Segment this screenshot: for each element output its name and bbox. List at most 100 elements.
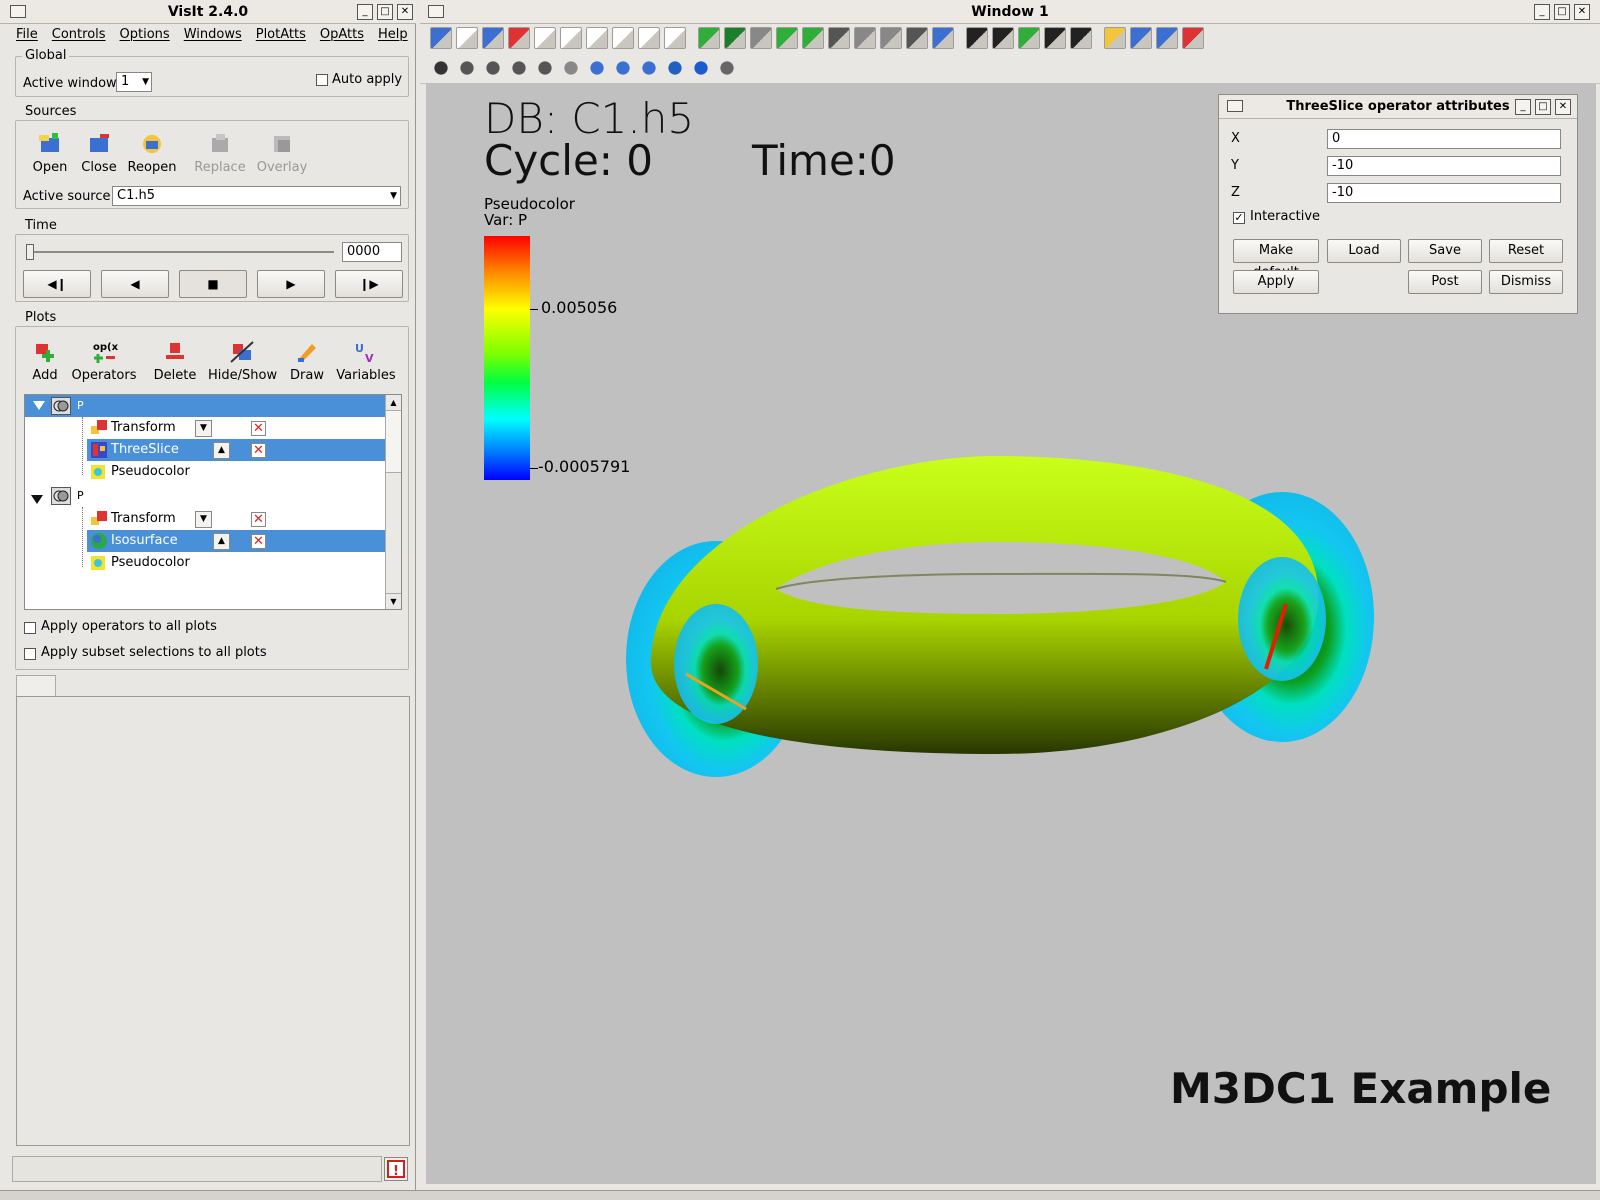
apply-button[interactable]: Apply <box>1233 270 1319 294</box>
toolbar-button[interactable] <box>430 27 452 49</box>
tree-plot-pseudocolor[interactable]: Pseudocolor <box>111 552 190 574</box>
dismiss-button[interactable]: Dismiss <box>1489 270 1563 294</box>
tree-plot-pseudocolor[interactable]: Pseudocolor <box>111 461 190 483</box>
reset-button[interactable]: Reset <box>1489 239 1563 263</box>
apply-operators-checkbox[interactable] <box>24 622 36 634</box>
toolbar-button[interactable] <box>724 27 746 49</box>
add-plot-button[interactable]: Add <box>28 340 62 384</box>
toolbar-button[interactable] <box>776 27 798 49</box>
x-field[interactable]: 0 <box>1327 129 1561 149</box>
y-field[interactable]: -10 <box>1327 156 1561 176</box>
draw-button[interactable]: Draw <box>287 340 327 384</box>
delete-plot-button[interactable]: Delete <box>153 340 197 384</box>
scroll-down-icon[interactable]: ▼ <box>386 593 401 609</box>
save-button[interactable]: Save <box>1408 239 1482 263</box>
maximize-icon[interactable]: □ <box>1535 99 1551 115</box>
minimize-icon[interactable]: _ <box>1534 4 1550 20</box>
overlay-button[interactable]: Overlay <box>255 132 309 176</box>
toolbar-button[interactable] <box>880 27 902 49</box>
remove-operator-icon[interactable]: ✕ <box>251 443 266 458</box>
interactive-checkbox[interactable]: ✓ <box>1233 212 1245 224</box>
toolbar-button[interactable] <box>906 27 928 49</box>
close-icon[interactable]: ✕ <box>397 4 413 20</box>
toolbar-button[interactable] <box>664 27 686 49</box>
toolbar-button[interactable] <box>1182 27 1204 49</box>
active-window-select[interactable]: 1 ▼ <box>116 72 152 92</box>
viewer-titlebar[interactable]: Window 1 <box>420 0 1600 24</box>
reopen-button[interactable]: Reopen <box>127 132 177 176</box>
notepad-tab[interactable] <box>16 675 56 697</box>
gui-menu-icon[interactable] <box>10 5 26 18</box>
load-button[interactable]: Load <box>1327 239 1401 263</box>
move-down-icon[interactable]: ▼ <box>195 511 212 528</box>
scroll-thumb[interactable] <box>386 411 401 473</box>
toolbar-button[interactable] <box>716 57 738 79</box>
output-button[interactable]: ! <box>384 1157 408 1181</box>
toolbar-button[interactable] <box>932 27 954 49</box>
toolbar-button[interactable] <box>638 27 660 49</box>
tree-plot-label[interactable]: P <box>77 485 84 507</box>
visibility-icon[interactable] <box>51 397 71 415</box>
toolbar-button[interactable] <box>586 57 608 79</box>
toolbar-button[interactable] <box>560 27 582 49</box>
minimize-icon[interactable]: _ <box>357 4 373 20</box>
toolbar-button[interactable] <box>560 57 582 79</box>
toolbar-button[interactable] <box>612 57 634 79</box>
remove-operator-icon[interactable]: ✕ <box>251 421 266 436</box>
toolbar-button[interactable] <box>1104 27 1126 49</box>
step-forward-button[interactable]: ❙▶ <box>335 270 403 298</box>
auto-apply-checkbox[interactable] <box>316 74 328 86</box>
toolbar-button[interactable] <box>966 27 988 49</box>
tree-operator-transform[interactable]: Transform <box>111 508 176 530</box>
active-source-select[interactable]: C1.h5 ▼ <box>112 186 401 206</box>
z-field[interactable]: -10 <box>1327 183 1561 203</box>
toolbar-button[interactable] <box>1044 27 1066 49</box>
close-button[interactable]: Close <box>78 132 120 176</box>
toolbar-button[interactable] <box>828 27 850 49</box>
toolbar-button[interactable] <box>1130 27 1152 49</box>
toolbar-button[interactable] <box>430 57 452 79</box>
threeslice-menu-icon[interactable] <box>1227 100 1243 112</box>
toolbar-button[interactable] <box>456 27 478 49</box>
toolbar-button[interactable] <box>534 57 556 79</box>
gui-titlebar[interactable]: VisIt 2.4.0 <box>0 0 416 24</box>
play-button[interactable]: ▶ <box>257 270 325 298</box>
post-button[interactable]: Post <box>1408 270 1482 294</box>
close-icon[interactable]: ✕ <box>1574 4 1590 20</box>
visibility-icon[interactable] <box>51 487 71 505</box>
toolbar-button[interactable] <box>482 57 504 79</box>
move-up-icon[interactable]: ▲ <box>213 442 230 459</box>
step-back-button[interactable]: ◀❙ <box>23 270 91 298</box>
expand-icon[interactable] <box>33 401 45 410</box>
replace-button[interactable]: Replace <box>193 132 247 176</box>
toolbar-button[interactable] <box>854 27 876 49</box>
toolbar-button[interactable] <box>482 27 504 49</box>
variables-button[interactable]: UV Variables <box>334 340 398 384</box>
toolbar-button[interactable] <box>1070 27 1092 49</box>
stop-button[interactable]: ■ <box>179 270 247 298</box>
remove-operator-icon[interactable]: ✕ <box>251 534 266 549</box>
toolbar-button[interactable] <box>690 57 712 79</box>
open-button[interactable]: Open <box>30 132 70 176</box>
maximize-icon[interactable]: □ <box>1554 4 1570 20</box>
expand-icon[interactable] <box>31 495 43 504</box>
close-icon[interactable]: ✕ <box>1555 99 1571 115</box>
toolbar-button[interactable] <box>586 27 608 49</box>
move-down-icon[interactable]: ▼ <box>195 420 212 437</box>
menu-controls[interactable]: Controls <box>52 27 106 42</box>
plot-tree[interactable]: ▲ ▼ P Transform ▼ ✕ ThreeSlice ▲ ✕ Pseud… <box>24 394 402 610</box>
viewer-menu-icon[interactable] <box>428 5 444 18</box>
remove-operator-icon[interactable]: ✕ <box>251 512 266 527</box>
tree-operator-transform[interactable]: Transform <box>111 417 176 439</box>
toolbar-button[interactable] <box>534 27 556 49</box>
minimize-icon[interactable]: _ <box>1515 99 1531 115</box>
toolbar-button[interactable] <box>1156 27 1178 49</box>
move-up-icon[interactable]: ▲ <box>213 533 230 550</box>
menu-opatts[interactable]: OpAtts <box>320 27 364 42</box>
toolbar-button[interactable] <box>802 27 824 49</box>
make-default-button[interactable]: Make default <box>1233 239 1319 280</box>
tree-scrollbar[interactable]: ▲ ▼ <box>385 395 401 609</box>
menu-help[interactable]: Help <box>378 27 408 42</box>
maximize-icon[interactable]: □ <box>377 4 393 20</box>
toolbar-button[interactable] <box>1018 27 1040 49</box>
